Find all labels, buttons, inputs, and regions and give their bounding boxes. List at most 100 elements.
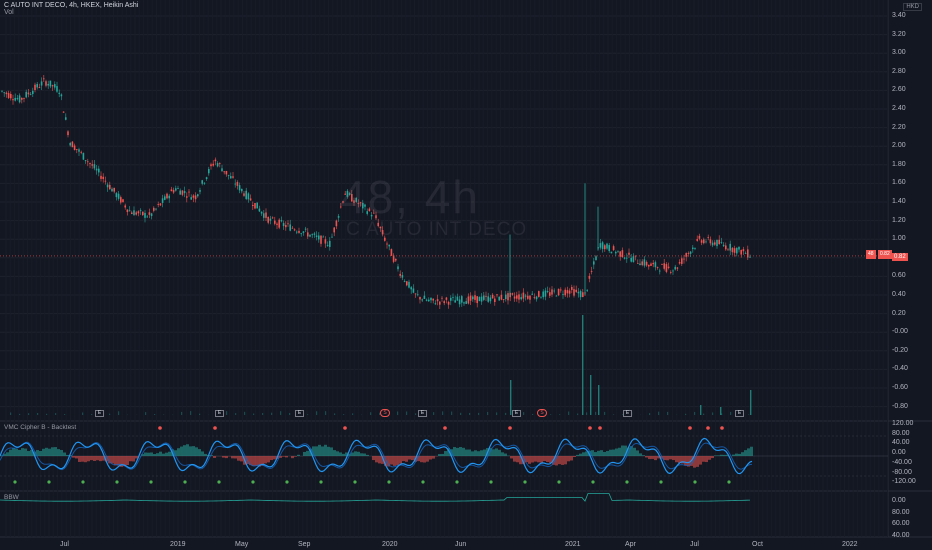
- money-flow-bar: [462, 447, 465, 456]
- money-flow-bar: [684, 456, 687, 466]
- sell-signal-dot: [688, 426, 692, 430]
- money-flow-bar: [744, 450, 747, 456]
- vmc-indicator-title[interactable]: VMC Cipher B - Backtest: [4, 424, 76, 431]
- volume-bar: [64, 414, 66, 415]
- candle-body: [452, 297, 454, 298]
- money-flow-bar: [456, 447, 459, 456]
- volume-bar: [415, 413, 417, 415]
- earnings-marker[interactable]: E: [215, 410, 224, 417]
- candle-body: [469, 295, 472, 301]
- earnings-marker[interactable]: E: [295, 410, 304, 417]
- candle-body: [491, 294, 494, 299]
- candle-body: [571, 286, 573, 290]
- volume-bar: [700, 405, 702, 415]
- candle-body: [496, 294, 498, 296]
- chart-canvas[interactable]: [0, 0, 932, 550]
- money-flow-bar: [717, 455, 720, 456]
- candle-body: [531, 293, 533, 295]
- money-flow-bar: [618, 447, 621, 456]
- buy-signal-dot: [13, 480, 17, 484]
- candle-body: [256, 202, 258, 209]
- candle-body: [546, 291, 549, 293]
- candle-body: [549, 292, 551, 296]
- candle-body: [172, 189, 175, 193]
- earnings-marker[interactable]: E: [623, 410, 632, 417]
- candle-body: [678, 262, 681, 264]
- candle-body: [639, 263, 641, 266]
- money-flow-bar: [60, 449, 63, 456]
- money-flow-bar: [66, 454, 69, 456]
- candle-body: [245, 190, 247, 199]
- earnings-marker[interactable]: E: [512, 410, 521, 417]
- volume-bar: [307, 414, 309, 415]
- candle-body: [575, 289, 577, 292]
- candle-body: [212, 163, 214, 166]
- candle-body: [128, 210, 131, 212]
- time-axis-label: May: [235, 541, 249, 548]
- candle-body: [58, 92, 60, 94]
- money-flow-bar: [27, 451, 30, 456]
- money-flow-bar: [24, 448, 27, 456]
- price-axis-label: -0.80: [892, 402, 908, 410]
- candle-body: [689, 251, 692, 254]
- money-flow-bar: [237, 456, 240, 461]
- money-flow-bar: [180, 446, 183, 456]
- candle-body: [709, 239, 712, 244]
- money-flow-bar: [168, 451, 171, 456]
- earnings-marker[interactable]: E: [95, 410, 104, 417]
- buy-signal-dot: [659, 480, 663, 484]
- money-flow-bar: [702, 456, 705, 462]
- candle-body: [326, 245, 329, 247]
- dividend-marker[interactable]: S: [537, 409, 547, 417]
- candle-body: [615, 251, 617, 254]
- candle-body: [623, 257, 626, 259]
- candle-body: [150, 213, 153, 217]
- candle-body: [388, 244, 390, 247]
- money-flow-bar: [96, 456, 99, 461]
- candle-body: [137, 211, 140, 214]
- earnings-marker[interactable]: E: [735, 410, 744, 417]
- chart-root[interactable]: C AUTO INT DECO, 4h, HKEX, Heikin Ashi V…: [0, 0, 932, 550]
- volume-bar: [604, 411, 606, 415]
- time-axis-label: Jun: [455, 541, 467, 548]
- candle-body: [298, 230, 300, 233]
- money-flow-bar: [84, 456, 87, 463]
- candle-body: [232, 176, 234, 178]
- candle-body: [645, 261, 648, 266]
- buy-signal-dot: [353, 480, 357, 484]
- candle-body: [619, 251, 621, 257]
- money-flow-bar: [747, 448, 750, 456]
- candle-body: [577, 291, 580, 294]
- money-flow-bar: [372, 456, 375, 461]
- money-flow-bar: [153, 454, 156, 456]
- candle-body: [733, 248, 736, 253]
- candle-body: [461, 296, 463, 303]
- buy-signal-dot: [47, 480, 51, 484]
- sell-signal-dot: [213, 426, 217, 430]
- volume-bar: [325, 411, 327, 415]
- money-flow-bar: [708, 456, 711, 460]
- money-flow-bar: [18, 449, 21, 456]
- symbol-title[interactable]: C AUTO INT DECO, 4h, HKEX, Heikin Ashi: [4, 2, 138, 9]
- currency-badge[interactable]: HKD: [903, 3, 922, 11]
- candle-body: [610, 251, 613, 254]
- money-flow-bar: [642, 455, 645, 456]
- money-flow-bar: [510, 456, 513, 459]
- candle-body: [234, 183, 236, 185]
- candle-body: [311, 234, 313, 236]
- candle-body: [318, 235, 320, 240]
- candle-body: [414, 293, 417, 295]
- earnings-marker[interactable]: E: [418, 410, 427, 417]
- candle-body: [135, 212, 137, 215]
- bbw-indicator-title[interactable]: BBW: [4, 494, 19, 501]
- candle-body: [553, 290, 555, 292]
- candle-body: [331, 236, 333, 238]
- candle-body: [36, 84, 38, 88]
- money-flow-bar: [453, 447, 456, 456]
- candle-body: [538, 291, 540, 297]
- volume-bar: [235, 413, 237, 415]
- dividend-marker[interactable]: S: [380, 409, 390, 417]
- money-flow-bar: [714, 455, 717, 456]
- money-flow-bar: [324, 444, 327, 456]
- candle-body: [38, 87, 41, 89]
